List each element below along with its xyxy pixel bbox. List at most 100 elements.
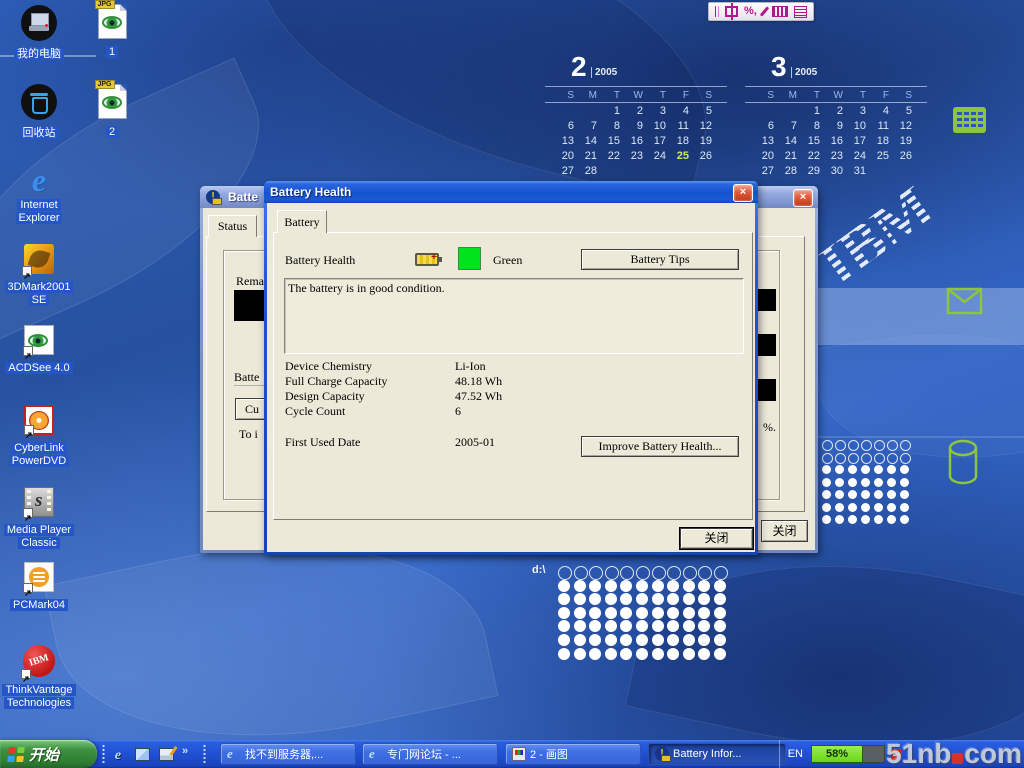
- battery-plus-icon: +: [431, 252, 437, 263]
- calendar-date: [580, 105, 603, 120]
- desktop-icon-acdsee[interactable]: ACDSee 4.0: [0, 325, 78, 375]
- close-window-button[interactable]: ×: [793, 189, 813, 207]
- desktop-icon-my-computer[interactable]: 我的电脑: [0, 5, 78, 61]
- calendar-date: 25: [672, 150, 695, 165]
- shortcut-arrow-icon: [23, 583, 33, 593]
- desktop-icon-label: ThinkVantage Technologies: [0, 684, 78, 710]
- shortcut-arrow-icon: [24, 425, 34, 435]
- calendar-date: 15: [603, 135, 626, 150]
- calendar-date: 22: [603, 150, 626, 165]
- my-computer-icon: [21, 5, 57, 41]
- calendar-date: 16: [826, 135, 849, 150]
- detail-label: Cycle Count: [285, 404, 455, 419]
- close-button[interactable]: 关闭: [680, 528, 753, 549]
- symbol-mode-icon[interactable]: %,: [744, 6, 757, 17]
- calendar-date: [757, 105, 780, 120]
- pen-icon[interactable]: [760, 6, 769, 16]
- calendar-date: 21: [580, 150, 603, 165]
- calendar-date: 8: [603, 120, 626, 135]
- close-dialog-button[interactable]: ×: [733, 184, 753, 202]
- calendar-date: 26: [895, 150, 918, 165]
- calendar-date: 6: [557, 120, 580, 135]
- battery-percent-indicator[interactable]: 58%: [811, 745, 863, 763]
- calendar-date: [695, 165, 718, 180]
- calendar-date: 19: [895, 135, 918, 150]
- desktop-icon-powerdvd[interactable]: CyberLink PowerDVD: [0, 405, 78, 468]
- battery-tips-button[interactable]: Battery Tips: [581, 249, 739, 270]
- quick-launch-handle[interactable]: [102, 744, 105, 764]
- internet-explorer-icon[interactable]: e: [110, 746, 126, 762]
- desktop-icon-3dmark[interactable]: 3DMark2001 SE: [0, 244, 78, 307]
- calendar-date: 3: [649, 105, 672, 120]
- quick-launch-overflow-chevron[interactable]: »: [182, 745, 188, 757]
- battery-icon: +: [415, 253, 439, 266]
- calendar-month-2: 22005SMTWTFS1234567891011121314151617181…: [557, 53, 723, 180]
- desktop-icon-recycle-bin[interactable]: 回收站: [0, 84, 78, 140]
- tab-status[interactable]: Status: [208, 215, 257, 237]
- taskbar: 开始 e » e找不到服务器,... e专门网论坛 - ... 2 - 画图 !Bat…: [0, 740, 1024, 768]
- calendar-date: [672, 165, 695, 180]
- calendar-rule: [545, 102, 727, 103]
- start-button[interactable]: 开始: [0, 740, 97, 768]
- detail-label: Device Chemistry: [285, 359, 455, 374]
- calendar-date: [649, 165, 672, 180]
- first-used-value: 2005-01: [455, 435, 495, 450]
- calendar-rule: [745, 102, 927, 103]
- recycle-bin-icon: [21, 84, 57, 120]
- calendar-date: 14: [580, 135, 603, 150]
- ime-drag-handle[interactable]: [715, 6, 719, 17]
- health-status-swatch: [458, 247, 481, 270]
- watermark-left: 51nb: [886, 738, 951, 768]
- calendar-date: 20: [557, 150, 580, 165]
- jpg-file-icon: JPG: [98, 4, 127, 39]
- calendar-date: 30: [826, 165, 849, 180]
- titlebar[interactable]: Battery Health: [264, 181, 758, 203]
- desktop-icon-thinkvantage[interactable]: IBMThinkVantage Technologies: [0, 645, 78, 710]
- shortcut-arrow-icon: [23, 346, 33, 356]
- taskband-handle[interactable]: [203, 744, 206, 764]
- desktop-icon-jpg-2[interactable]: JPG2: [79, 84, 145, 139]
- calendar-date: 14: [780, 135, 803, 150]
- desktop-icon-mpc[interactable]: sMedia Player Classic: [0, 487, 78, 550]
- ime-menu-icon[interactable]: [794, 6, 807, 18]
- calendar-date: 12: [695, 120, 718, 135]
- soft-keyboard-icon[interactable]: [772, 6, 788, 17]
- calendar-date: 10: [849, 120, 872, 135]
- calendar-date: 4: [872, 105, 895, 120]
- detail-value: 48.18 Wh: [455, 374, 502, 389]
- detail-label: Design Capacity: [285, 389, 455, 404]
- desktop-icon-label: 2: [79, 126, 145, 139]
- ime-language-bar[interactable]: %,: [708, 2, 814, 21]
- calendar-month-number: 3: [771, 51, 787, 83]
- outlook-express-icon[interactable]: [134, 746, 150, 762]
- powerdvd-icon: [24, 405, 54, 435]
- calendar-date: [557, 105, 580, 120]
- pcmark-icon: [24, 562, 54, 592]
- taskbar-task-1[interactable]: e找不到服务器,...: [220, 743, 356, 765]
- desktop-icon-label: 我的电脑: [0, 48, 78, 61]
- desktop-icon-jpg-1[interactable]: JPG1: [79, 4, 145, 59]
- taskbar-task-2[interactable]: e专门网论坛 - ...: [362, 743, 498, 765]
- taskbar-task-4[interactable]: !Battery Infor...: [648, 743, 786, 765]
- show-desktop-icon[interactable]: [158, 746, 174, 762]
- close-button[interactable]: 关闭: [761, 520, 808, 542]
- calendar-date: 1: [603, 105, 626, 120]
- desktop-icon-internet-explorer[interactable]: eInternet Explorer: [0, 163, 78, 225]
- calendar-date: [872, 165, 895, 180]
- condition-textbox[interactable]: The battery is in good condition.: [284, 278, 744, 354]
- battery-detail-row: Full Charge Capacity48.18 Wh: [285, 374, 502, 389]
- calendar-date: 23: [626, 150, 649, 165]
- tab-battery[interactable]: Battery: [277, 210, 327, 233]
- language-indicator[interactable]: EN: [780, 748, 811, 760]
- desktop-icon-label: ACDSee 4.0: [0, 362, 78, 375]
- calendar-date: 8: [803, 120, 826, 135]
- improve-battery-health-button[interactable]: Improve Battery Health...: [581, 436, 739, 457]
- battery-info-icon: !: [655, 747, 669, 761]
- taskbar-task-3[interactable]: 2 - 画图: [505, 743, 641, 765]
- desktop-icon-pcmark[interactable]: PCMark04: [0, 562, 78, 612]
- battery-detail-row: Device ChemistryLi-Ion: [285, 359, 502, 374]
- task-label: 找不到服务器,...: [245, 746, 323, 762]
- shortcut-arrow-icon: [22, 266, 32, 276]
- chinese-mode-icon[interactable]: [725, 6, 738, 17]
- mpc-icon: s: [24, 487, 54, 517]
